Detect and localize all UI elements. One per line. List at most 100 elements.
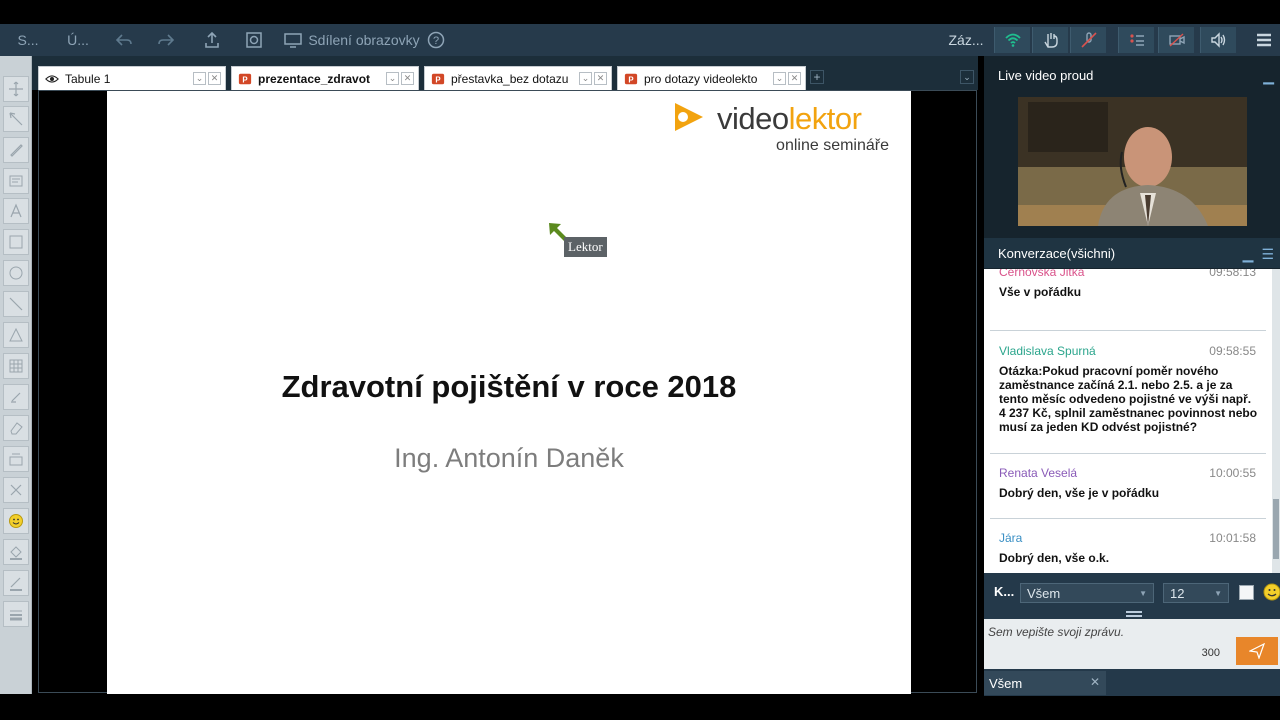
smiley-tool-icon[interactable]	[3, 508, 29, 534]
tab-pro-dotazy[interactable]: P pro dotazy videolekto ⌄ ✕	[617, 66, 806, 90]
menu-s-button[interactable]: S...	[10, 24, 46, 56]
chat-message: Černovská Jitka 09:58:13 Vše v pořádku	[990, 269, 1266, 331]
eye-icon	[45, 72, 59, 86]
pointer-label: Lektor	[564, 237, 607, 257]
powerpoint-icon: P	[624, 72, 638, 86]
message-time: 09:58:13	[1209, 269, 1256, 279]
message-author: Černovská Jitka	[999, 269, 1085, 279]
message-text: Dobrý den, vše o.k.	[999, 551, 1110, 565]
play-logo-icon	[675, 103, 703, 131]
rectangle-tool-icon[interactable]	[3, 229, 29, 255]
message-time: 10:01:58	[1209, 531, 1256, 545]
message-input[interactable]: Sem vepište svoji zprávu. 300	[984, 619, 1280, 669]
tab-label: Tabule 1	[65, 71, 111, 86]
hamburger-menu-icon[interactable]	[1250, 24, 1278, 56]
tab-prezentace-zdravot[interactable]: P prezentace_zdravot ⌄ ✕	[231, 66, 419, 90]
ellipse-tool-icon[interactable]	[3, 260, 29, 286]
svg-text:P: P	[242, 75, 247, 84]
minimize-icon[interactable]: ▁	[1243, 246, 1254, 263]
videolektor-logo: videolektor online semináře	[669, 99, 889, 157]
upload-icon[interactable]	[198, 24, 226, 56]
options-checkbox[interactable]	[1239, 585, 1254, 600]
close-icon[interactable]: ✕	[1090, 675, 1100, 689]
snapshot-icon[interactable]	[240, 24, 268, 56]
minimize-icon[interactable]: ▁	[1263, 68, 1274, 85]
powerpoint-icon: P	[431, 72, 445, 86]
tab-dropdown-icon[interactable]: ⌄	[193, 72, 206, 85]
presenter-video-frame	[1018, 97, 1247, 226]
help-icon[interactable]: ?	[426, 24, 446, 56]
tab-dropdown-icon[interactable]: ⌄	[386, 72, 399, 85]
send-button[interactable]	[1236, 637, 1278, 665]
participants-list-icon[interactable]	[1118, 27, 1154, 53]
tab-close-icon[interactable]: ✕	[401, 72, 414, 85]
document-tab-bar: Tabule 1 ⌄ ✕ P prezentace_zdravot ⌄ ✕ P př…	[32, 56, 978, 90]
fill-color-icon[interactable]	[3, 539, 29, 565]
emoji-icon[interactable]	[1263, 583, 1280, 601]
video-panel-title: Live video proud	[998, 67, 1094, 83]
add-tab-button[interactable]: +	[810, 70, 824, 84]
text-tool-icon[interactable]	[3, 198, 29, 224]
recipient-tab[interactable]: Všem ✕	[984, 671, 1106, 695]
tab-dropdown-icon[interactable]: ⌄	[773, 72, 786, 85]
app-window: S... Ú... Sdílení obrazovky ? Záz... Tab…	[0, 0, 1280, 720]
powerpoint-icon: P	[238, 72, 252, 86]
record-button[interactable]: Záz...	[944, 24, 988, 56]
line-tool-icon[interactable]	[3, 291, 29, 317]
redo-icon[interactable]	[152, 24, 180, 56]
pointer-tool-icon[interactable]	[3, 106, 29, 132]
screen-share-label: Sdílení obrazovky	[308, 32, 420, 48]
chat-scrollbar[interactable]	[1272, 269, 1280, 573]
raise-hand-icon[interactable]	[1032, 27, 1068, 53]
move-tool-icon[interactable]	[3, 76, 29, 102]
tab-close-icon[interactable]: ✕	[208, 72, 221, 85]
svg-text:?: ?	[433, 35, 439, 47]
tab-prestavka[interactable]: P přestavka_bez dotazu ⌄ ✕	[424, 66, 612, 90]
pencil-tool-icon[interactable]	[3, 137, 29, 163]
message-author: Renata Veselá	[999, 466, 1078, 480]
line-color-icon[interactable]	[3, 570, 29, 596]
logo-tagline: online semináře	[776, 137, 889, 154]
chat-scroll-thumb[interactable]	[1273, 499, 1279, 559]
live-video-stream[interactable]	[1018, 97, 1247, 226]
wifi-icon[interactable]	[994, 27, 1030, 53]
camera-muted-icon[interactable]	[1158, 27, 1194, 53]
clear-tool-icon[interactable]	[3, 446, 29, 472]
chat-composer: K... Všem ▼ 12 ▼ Sem vepište svoji zprávu.…	[984, 573, 1280, 696]
screen-share-button[interactable]: Sdílení obrazovky	[284, 24, 420, 56]
speaker-icon[interactable]	[1200, 27, 1236, 53]
chat-message: Jára 10:01:58 Dobrý den, vše o.k.	[990, 531, 1266, 573]
chat-message-list[interactable]: Černovská Jitka 09:58:13 Vše v pořádku V…	[984, 269, 1272, 573]
chat-message: Vladislava Spurná 09:58:55 Otázka:Pokud …	[990, 344, 1266, 454]
line-width-icon[interactable]	[3, 601, 29, 627]
highlighter-tool-icon[interactable]	[3, 384, 29, 410]
eraser-tool-icon[interactable]	[3, 415, 29, 441]
text-block-tool-icon[interactable]	[3, 168, 29, 194]
composer-k-label[interactable]: K...	[994, 584, 1014, 599]
tab-close-icon[interactable]: ✕	[788, 72, 801, 85]
logo-wordmark: videolektor	[717, 101, 862, 136]
tab-dropdown-icon[interactable]: ⌄	[579, 72, 592, 85]
recipient-select[interactable]: Všem ▼	[1020, 583, 1154, 603]
drawing-tools-palette	[0, 56, 32, 694]
resize-grip[interactable]	[1126, 611, 1142, 617]
slide-title: Zdravotní pojištění v roce 2018	[281, 369, 737, 404]
mic-muted-icon[interactable]	[1070, 27, 1106, 53]
delete-tool-icon[interactable]	[3, 477, 29, 503]
triangle-tool-icon[interactable]	[3, 322, 29, 348]
message-text: Otázka:Pokud pracovní poměr nového zaměs…	[999, 364, 1258, 434]
menu-u-button[interactable]: Ú...	[60, 24, 96, 56]
chat-panel-title: Konverzace(všichni)	[998, 245, 1116, 261]
chat-message: Renata Veselá 10:00:55 Dobrý den, vše je…	[990, 466, 1266, 519]
table-tool-icon[interactable]	[3, 353, 29, 379]
undo-icon[interactable]	[110, 24, 138, 56]
tabs-overflow-icon[interactable]: ⌄	[960, 70, 974, 84]
message-placeholder: Sem vepište svoji zprávu.	[988, 625, 1125, 639]
tab-close-icon[interactable]: ✕	[594, 72, 607, 85]
chat-menu-icon[interactable]: ☰	[1261, 246, 1274, 263]
send-icon	[1249, 643, 1265, 659]
tab-whiteboard[interactable]: Tabule 1 ⌄ ✕	[38, 66, 226, 90]
tab-label: přestavka_bez dotazu	[451, 71, 569, 86]
font-size-select[interactable]: 12 ▼	[1163, 583, 1229, 603]
message-time: 10:00:55	[1209, 466, 1256, 480]
